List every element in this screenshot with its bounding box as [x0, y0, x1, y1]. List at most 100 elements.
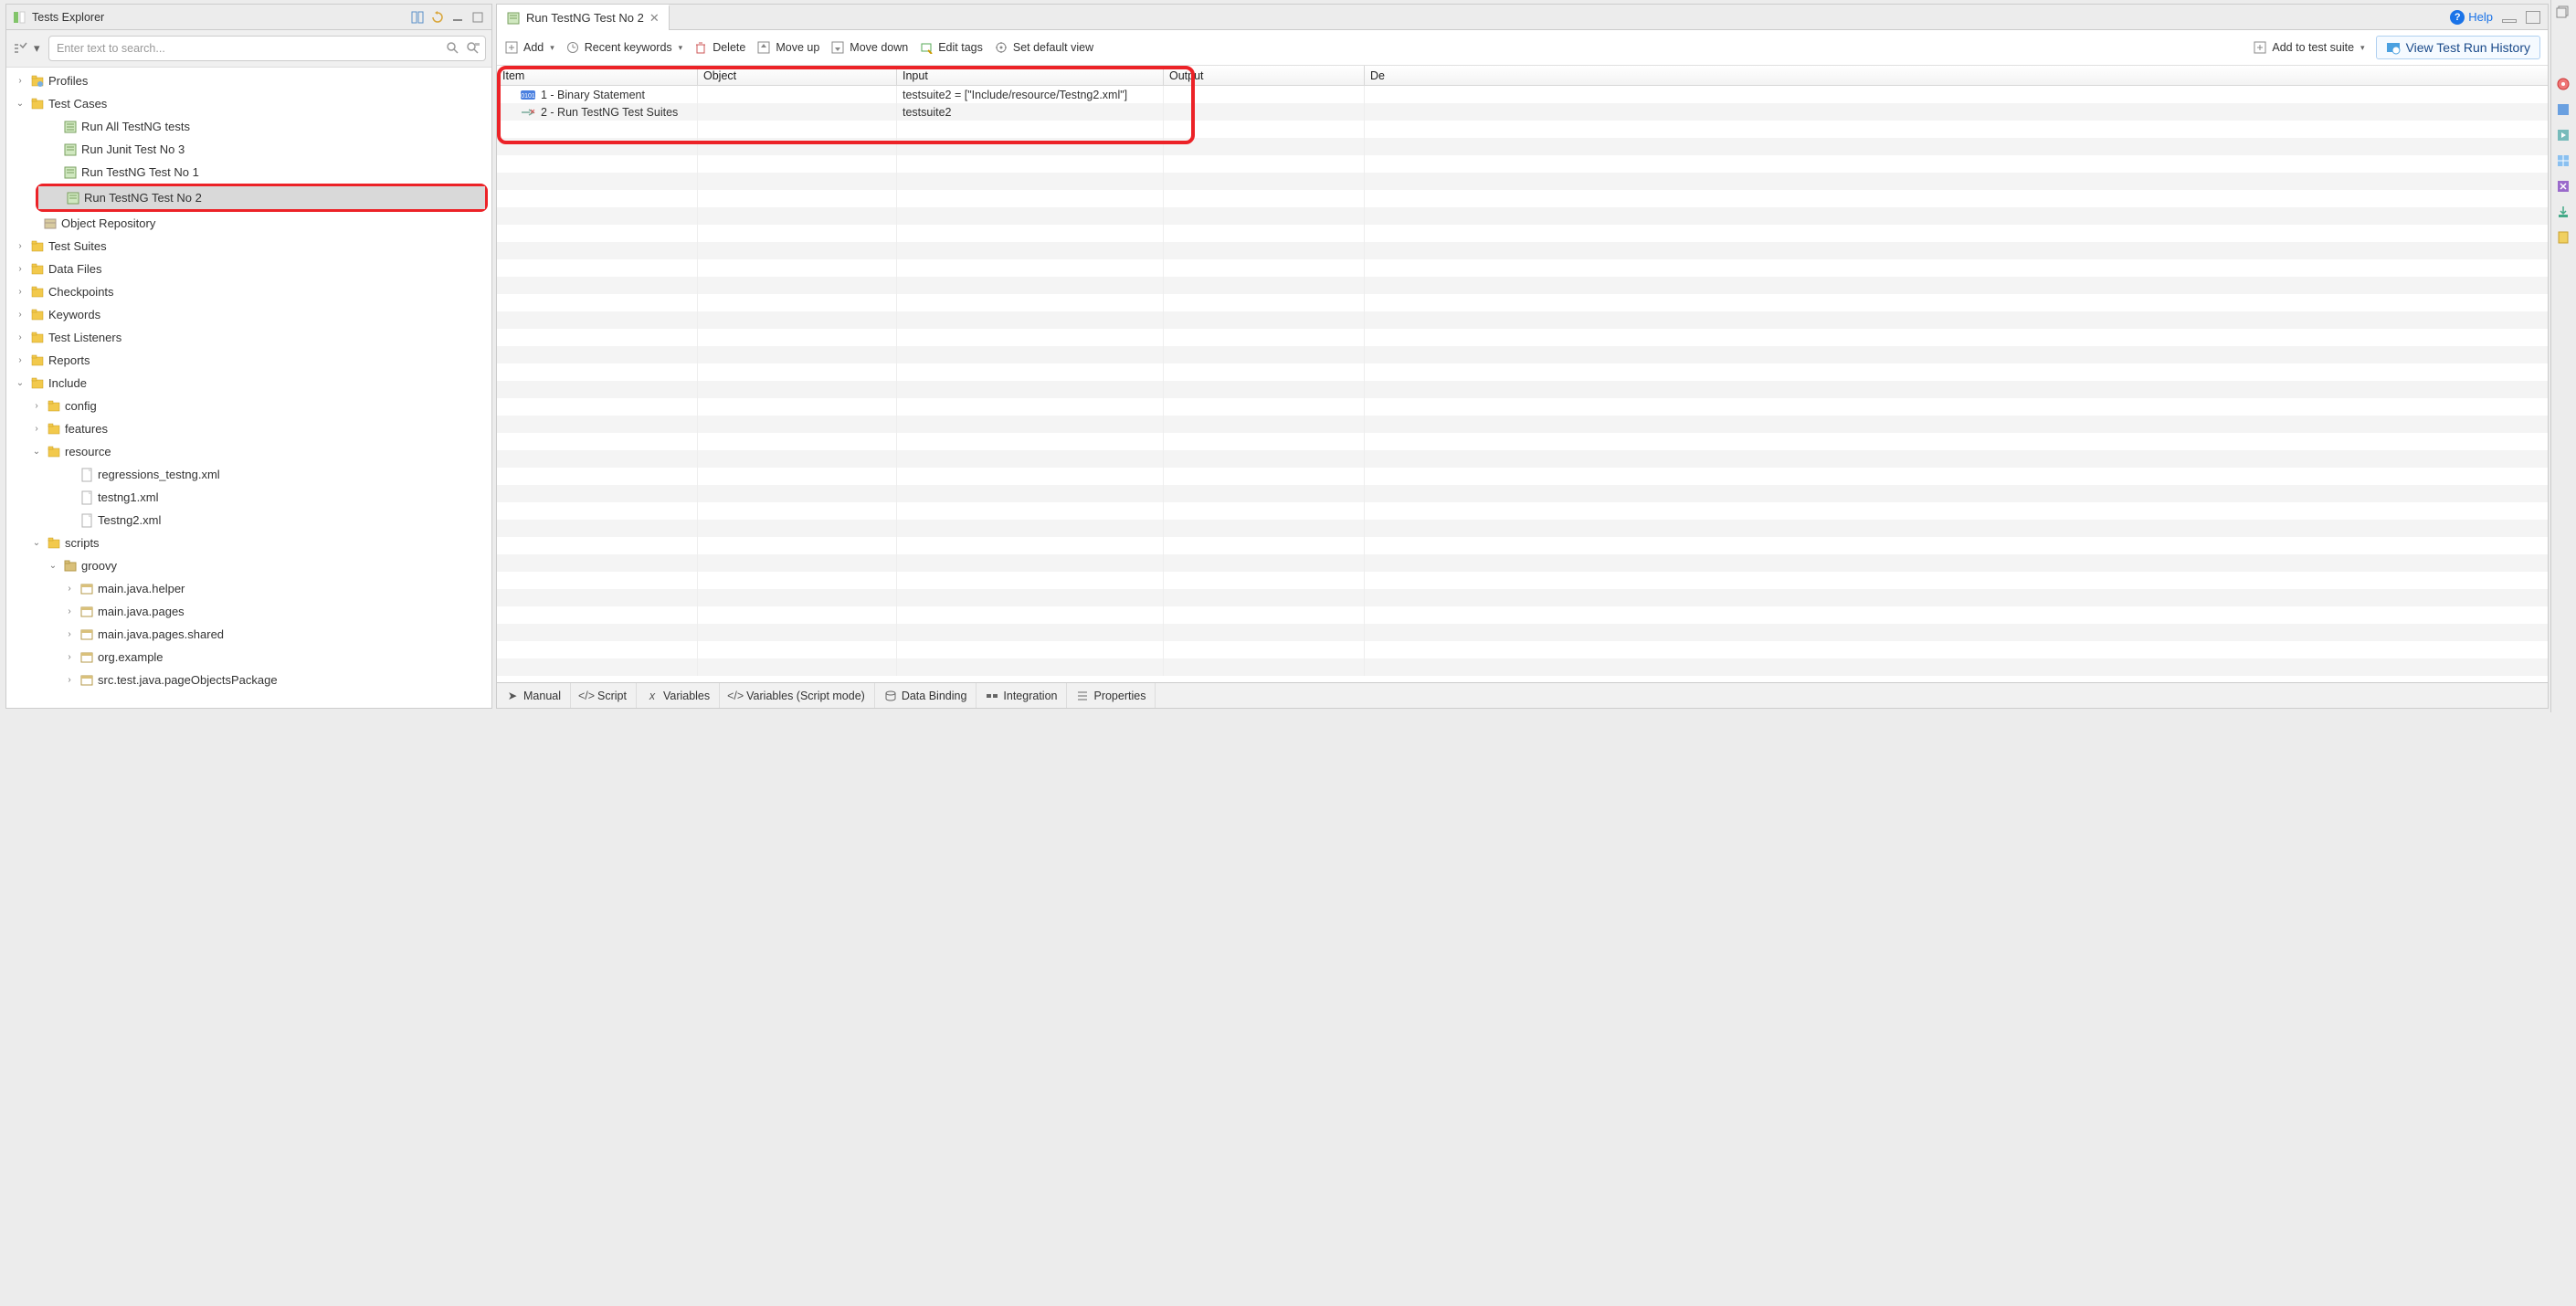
table-row[interactable] — [497, 173, 2548, 190]
table-row[interactable] — [497, 606, 2548, 624]
tab-integration[interactable]: Integration — [977, 683, 1067, 708]
table-row[interactable] — [497, 259, 2548, 277]
tree-resource[interactable]: ⌄resource — [6, 440, 491, 463]
cell-object[interactable] — [698, 86, 897, 103]
table-row[interactable] — [497, 624, 2548, 641]
cell-item[interactable]: 01011 - Binary Statement — [497, 86, 698, 103]
cell-input[interactable]: testsuite2 — [897, 103, 1164, 121]
tree-test-cases[interactable]: ⌄Test Cases — [6, 92, 491, 115]
cell-output[interactable] — [1164, 103, 1365, 121]
table-row[interactable] — [497, 190, 2548, 207]
table-row[interactable] — [497, 658, 2548, 676]
cell-input[interactable]: testsuite2 = ["Include/resource/Testng2.… — [897, 86, 1164, 103]
maximize-editor-icon[interactable] — [2526, 11, 2540, 24]
tree-include[interactable]: ⌄Include — [6, 372, 491, 395]
side-x-icon[interactable] — [2556, 179, 2572, 195]
delete-button[interactable]: Delete — [693, 40, 745, 55]
tree-config[interactable]: ›config — [6, 395, 491, 417]
tree-res-file2[interactable]: testng1.xml — [6, 486, 491, 509]
edittags-button[interactable]: Edit tags — [919, 40, 983, 55]
filter-caret-icon[interactable]: ▾ — [34, 41, 43, 56]
restore-icon[interactable] — [2556, 5, 2572, 22]
recent-keywords-button[interactable]: Recent keywords▾ — [565, 40, 682, 55]
side-download-icon[interactable] — [2556, 205, 2572, 221]
refresh-icon[interactable] — [429, 9, 446, 26]
side-note-icon[interactable] — [2556, 230, 2572, 247]
maximize-icon[interactable] — [470, 9, 486, 26]
tree-features[interactable]: ›features — [6, 417, 491, 440]
table-row[interactable] — [497, 346, 2548, 363]
add-button[interactable]: Add▾ — [504, 40, 554, 55]
tree-run-tng1[interactable]: Run TestNG Test No 1 — [6, 161, 491, 184]
tab-varscript[interactable]: </>Variables (Script mode) — [720, 683, 875, 708]
table-row[interactable] — [497, 329, 2548, 346]
table-row[interactable] — [497, 138, 2548, 155]
filter-toggle-icon[interactable] — [12, 40, 28, 57]
cell-de[interactable] — [1365, 86, 2548, 103]
search-advanced-icon[interactable] — [466, 41, 480, 56]
table-row[interactable] — [497, 520, 2548, 537]
col-output[interactable]: Output — [1164, 66, 1365, 85]
side-grid-icon[interactable] — [2556, 153, 2572, 170]
table-row[interactable]: 2 - Run TestNG Test Suites testsuite2 — [497, 103, 2548, 121]
viewhistory-button[interactable]: View Test Run History — [2376, 36, 2540, 59]
tree-object-repo[interactable]: Object Repository — [6, 212, 491, 235]
tree-groovy4[interactable]: ›org.example — [6, 646, 491, 669]
table-row[interactable] — [497, 121, 2548, 138]
search-input[interactable] — [48, 36, 486, 61]
tree-groovy1[interactable]: ›main.java.helper — [6, 577, 491, 600]
table-row[interactable] — [497, 641, 2548, 658]
table-row[interactable] — [497, 468, 2548, 485]
close-icon[interactable]: ✕ — [649, 11, 660, 26]
table-row[interactable] — [497, 485, 2548, 502]
table-row[interactable] — [497, 294, 2548, 311]
tab-manual[interactable]: ➤Manual — [497, 683, 571, 708]
tree-groovy3[interactable]: ›main.java.pages.shared — [6, 623, 491, 646]
table-row[interactable] — [497, 311, 2548, 329]
minimize-icon[interactable] — [449, 9, 466, 26]
search-icon[interactable] — [446, 41, 460, 56]
col-object[interactable]: Object — [698, 66, 897, 85]
table-row[interactable] — [497, 225, 2548, 242]
cell-de[interactable] — [1365, 103, 2548, 121]
moveup-button[interactable]: Move up — [756, 40, 819, 55]
table-row[interactable] — [497, 537, 2548, 554]
table-row[interactable] — [497, 433, 2548, 450]
tree-run-junit3[interactable]: Run Junit Test No 3 — [6, 138, 491, 161]
tree-groovy5[interactable]: ›src.test.java.pageObjectsPackage — [6, 669, 491, 691]
minimize-editor-icon[interactable] — [2502, 19, 2517, 23]
tree-keywords[interactable]: ›Keywords — [6, 303, 491, 326]
col-de[interactable]: De — [1365, 66, 2548, 85]
side-play-icon[interactable] — [2556, 128, 2572, 144]
tab-variables[interactable]: xVariables — [637, 683, 720, 708]
table-row[interactable] — [497, 450, 2548, 468]
table-row[interactable] — [497, 502, 2548, 520]
table-row[interactable] — [497, 416, 2548, 433]
table-row[interactable] — [497, 363, 2548, 381]
table-row[interactable] — [497, 277, 2548, 294]
movedown-button[interactable]: Move down — [830, 40, 908, 55]
table-row[interactable] — [497, 554, 2548, 572]
cell-object[interactable] — [698, 103, 897, 121]
tests-tree[interactable]: ›Profiles ⌄Test Cases Run All TestNG tes… — [6, 68, 491, 708]
tree-reports[interactable]: ›Reports — [6, 349, 491, 372]
tree-test-suites[interactable]: ›Test Suites — [6, 235, 491, 258]
table-row[interactable] — [497, 589, 2548, 606]
steps-grid[interactable]: Item Object Input Output De 01011 - Bina… — [497, 66, 2548, 682]
setdefault-button[interactable]: Set default view — [994, 40, 1093, 55]
tab-databinding[interactable]: Data Binding — [875, 683, 977, 708]
table-row[interactable] — [497, 381, 2548, 398]
tree-run-all[interactable]: Run All TestNG tests — [6, 115, 491, 138]
tree-res-file1[interactable]: regressions_testng.xml — [6, 463, 491, 486]
tree-scripts[interactable]: ⌄scripts — [6, 532, 491, 554]
tree-profiles[interactable]: ›Profiles — [6, 69, 491, 92]
columns-icon[interactable] — [409, 9, 426, 26]
table-row[interactable] — [497, 207, 2548, 225]
tab-properties[interactable]: Properties — [1067, 683, 1156, 708]
addtosuite-button[interactable]: Add to test suite▾ — [2253, 40, 2364, 55]
table-row[interactable]: 01011 - Binary Statement testsuite2 = ["I… — [497, 86, 2548, 103]
cell-item[interactable]: 2 - Run TestNG Test Suites — [497, 103, 698, 121]
tree-data-files[interactable]: ›Data Files — [6, 258, 491, 280]
side-doc-icon[interactable] — [2556, 102, 2572, 119]
table-row[interactable] — [497, 155, 2548, 173]
